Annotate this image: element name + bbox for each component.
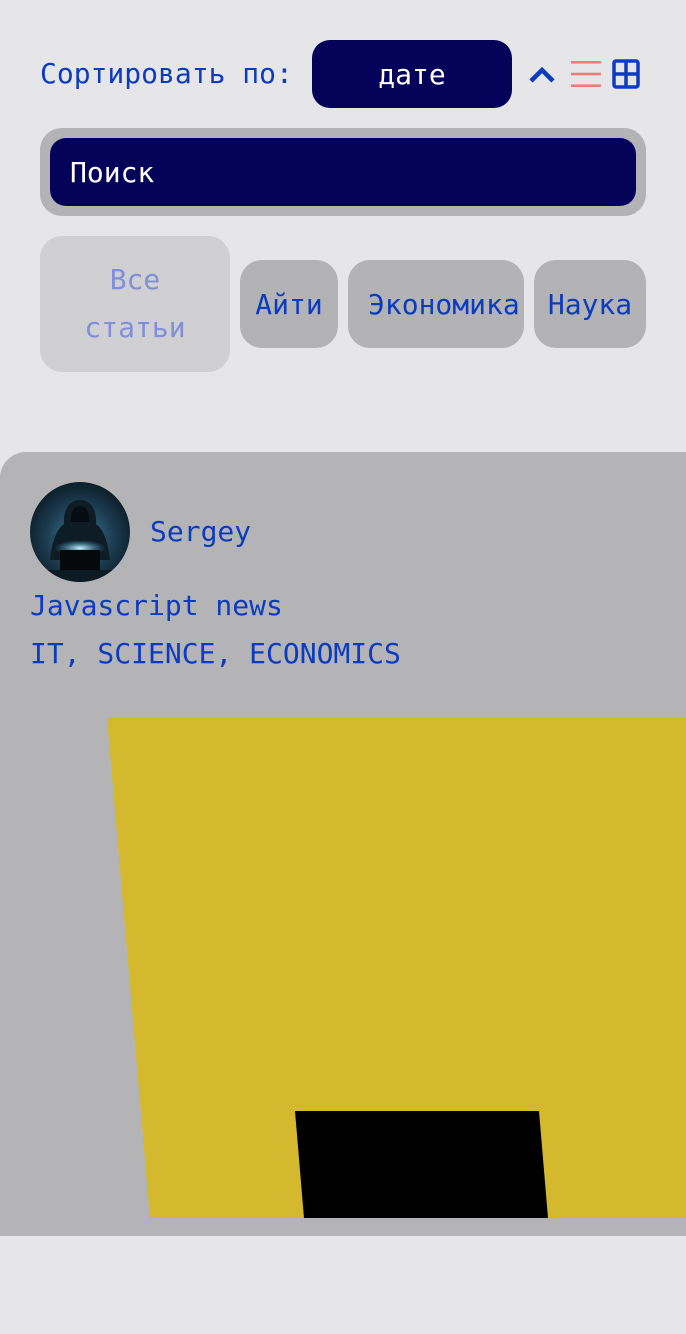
chevron-up-icon [529, 66, 555, 83]
tab-it[interactable]: Айти [240, 260, 338, 348]
grid-view-button[interactable] [612, 59, 640, 89]
article-image [107, 718, 686, 1218]
sort-label: Сортировать по: [40, 57, 293, 90]
author-name[interactable]: Sergey [150, 514, 251, 550]
list-view-icon [571, 61, 601, 87]
sort-field-select[interactable]: дате [312, 40, 512, 108]
article-categories: IT, SCIENCE, ECONOMICS [30, 637, 401, 670]
author-avatar[interactable] [30, 482, 130, 582]
search-container [40, 128, 646, 216]
tab-all-articles[interactable]: Все статьи [40, 236, 230, 372]
list-view-button[interactable] [570, 58, 602, 90]
tab-economics[interactable]: Экономика [348, 260, 524, 348]
hooded-figure-icon [30, 482, 130, 582]
sort-order-button[interactable] [528, 58, 556, 90]
tab-science[interactable]: Наука [534, 260, 646, 348]
article-title: Javascript news [30, 589, 283, 622]
search-input[interactable] [50, 138, 636, 206]
article-card[interactable]: Sergey Javascript news IT, SCIENCE, ECON… [0, 452, 686, 1236]
grid-view-icon [612, 59, 640, 89]
